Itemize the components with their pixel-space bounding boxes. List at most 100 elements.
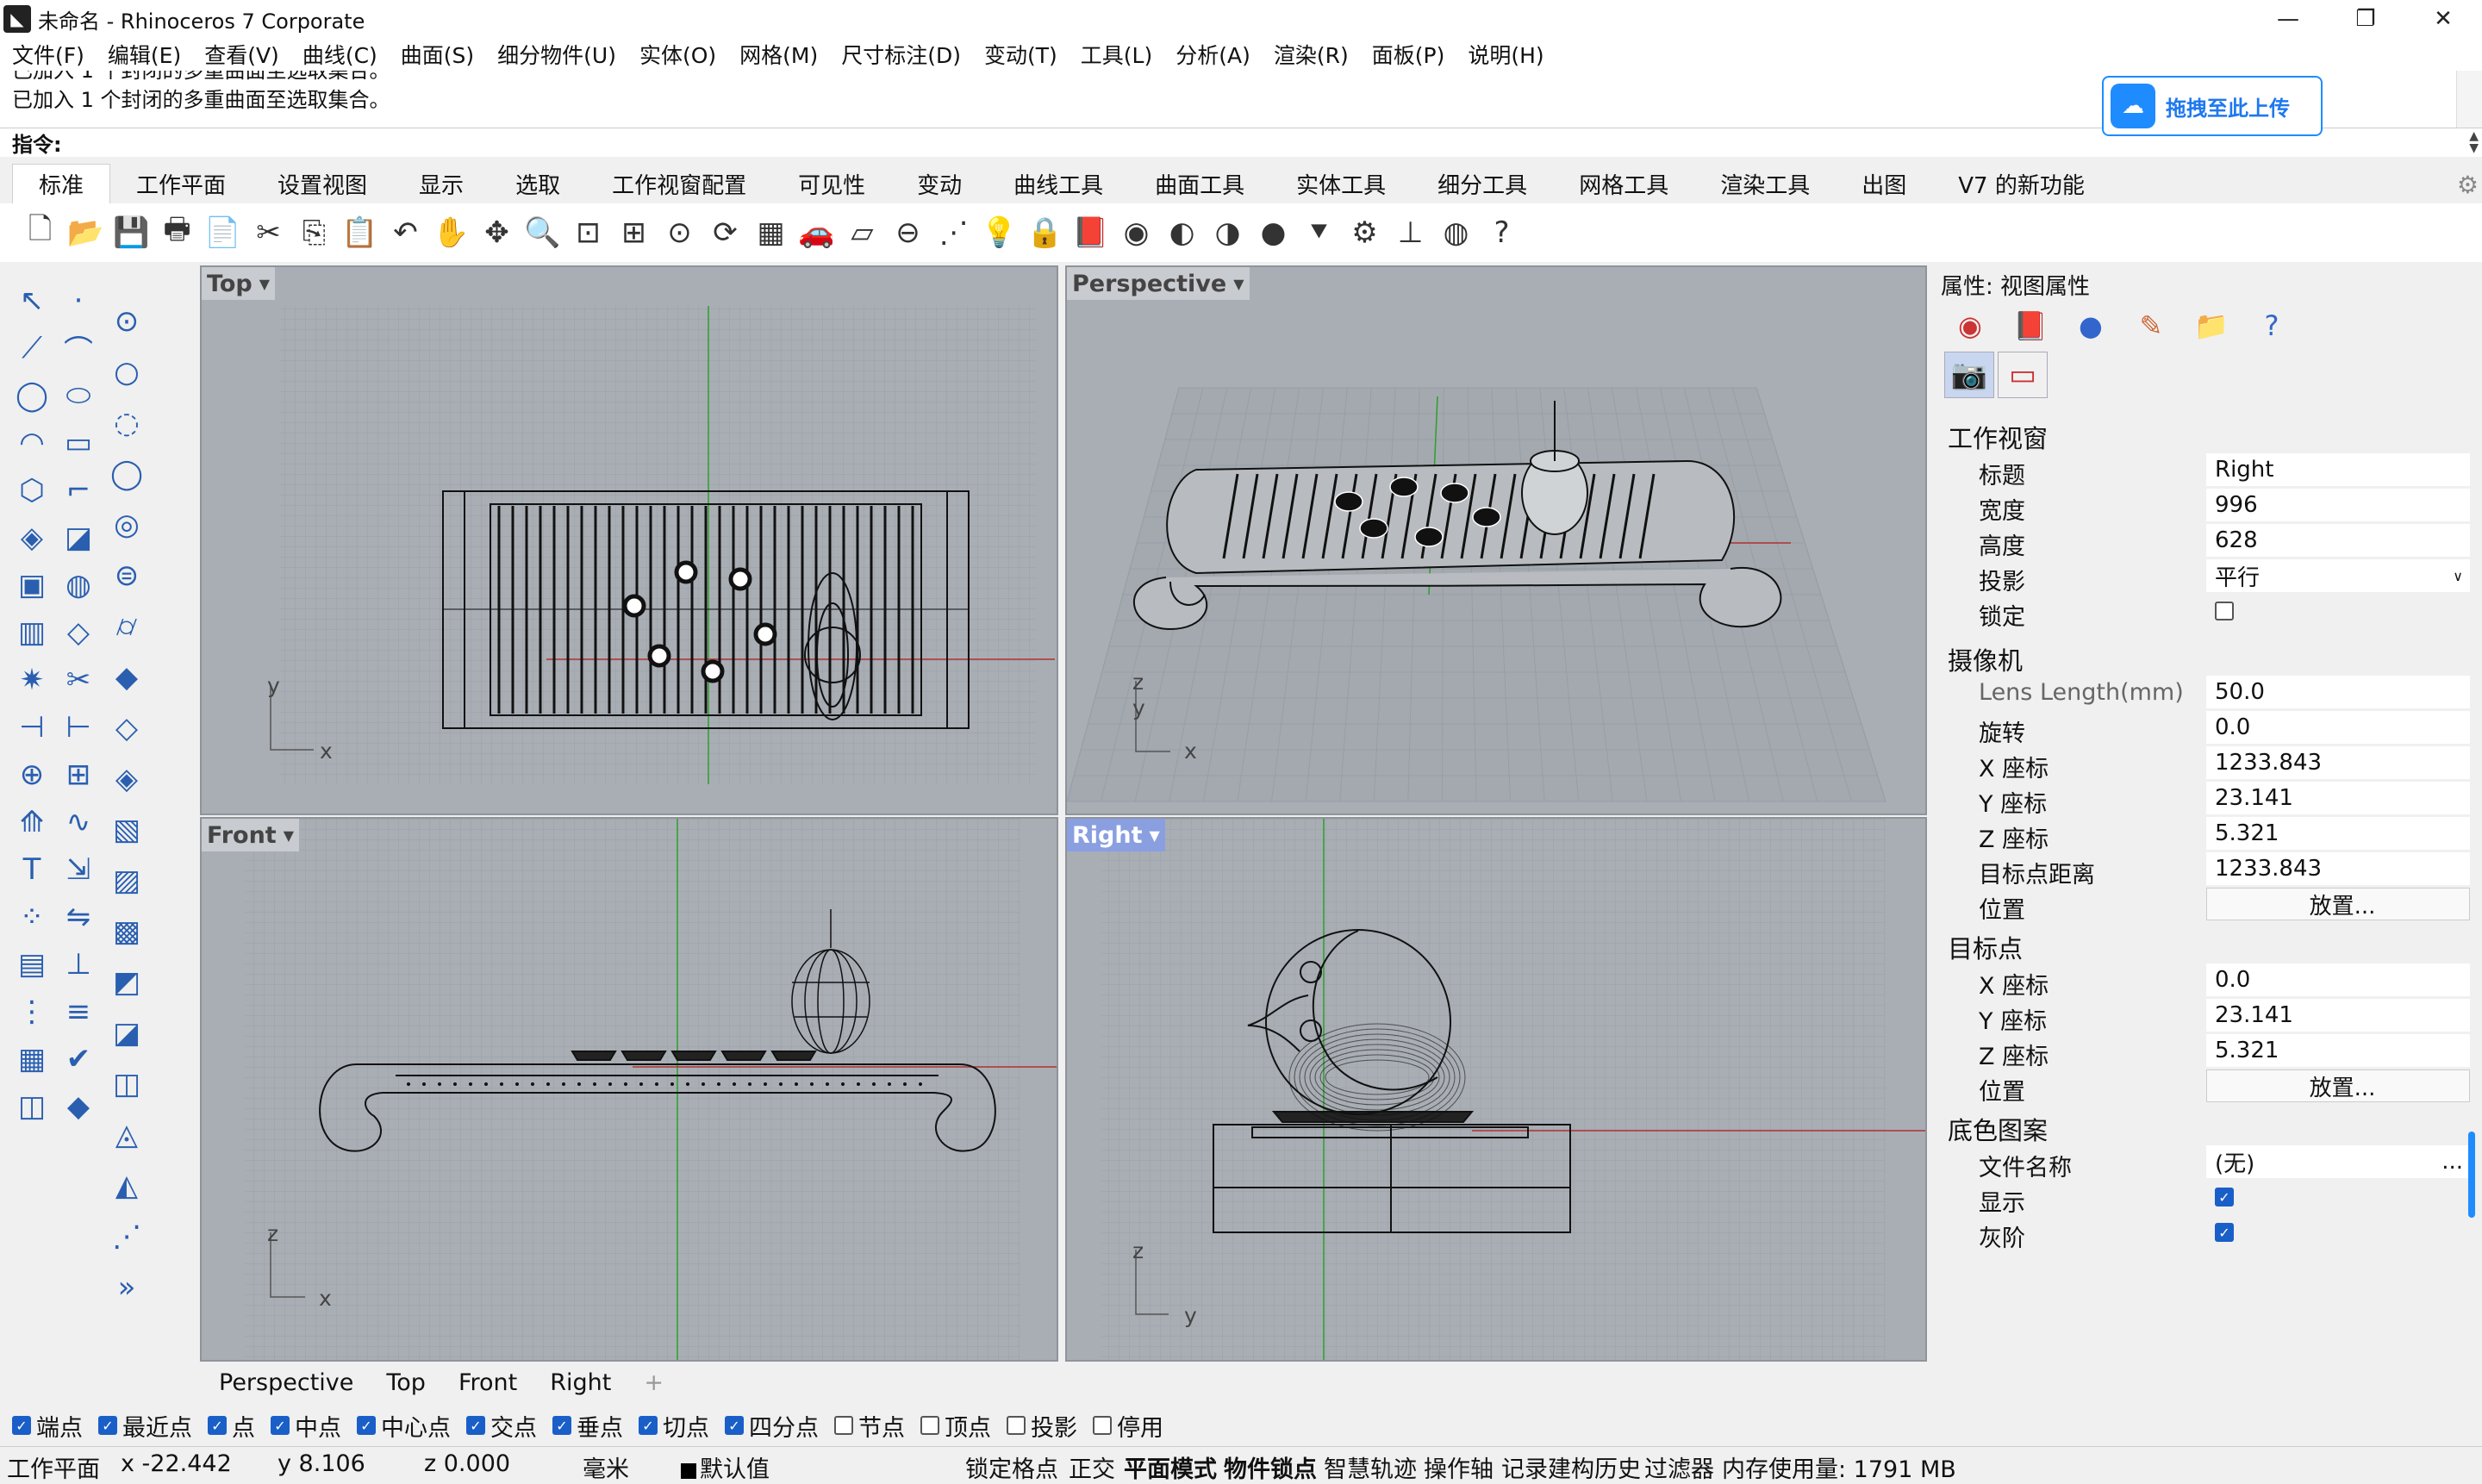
arc-icon[interactable]: ◠ — [10, 421, 53, 465]
tab-solid-tools[interactable]: 实体工具 — [1270, 164, 1412, 203]
open-icon[interactable]: 📂 — [63, 211, 109, 254]
light-icon[interactable]: 💡 — [976, 211, 1022, 254]
show-checkbox[interactable]: ✓ — [2215, 1188, 2234, 1207]
ellipse-icon[interactable]: ⬭ — [57, 374, 100, 417]
upload-button[interactable]: ☁ 拖拽至此上传 — [2102, 76, 2323, 136]
planar-toggle[interactable]: 平面模式 — [1124, 1450, 1217, 1484]
circle-fit-icon[interactable]: ◎ — [105, 503, 148, 546]
circle-icon[interactable]: ◯ — [10, 374, 53, 417]
polyline-icon[interactable]: ⟋ — [10, 327, 53, 370]
tab-subd-tools[interactable]: 细分工具 — [1412, 164, 1553, 203]
osnap-5[interactable]: ✓ 交点 — [466, 1409, 537, 1443]
menu-file[interactable]: 文件(F) — [12, 39, 84, 70]
viewport-front[interactable]: Front ▼ z x — [200, 817, 1058, 1362]
grayscale-checkbox[interactable]: ✓ — [2215, 1223, 2234, 1242]
boolean-icon[interactable]: ⊕ — [10, 753, 53, 796]
circle-tangent-icon[interactable]: ◌ — [105, 402, 148, 445]
viewport-title[interactable]: Perspective ▼ — [1067, 267, 1250, 300]
menu-transform[interactable]: 变动(T) — [984, 39, 1057, 70]
rotate-icon[interactable]: ⟳ — [702, 211, 748, 254]
prop-value[interactable]: 1233.843 — [2206, 852, 2470, 885]
status-cplane[interactable]: 工作平面 — [7, 1450, 100, 1484]
fillet-icon[interactable]: ⌐ — [57, 469, 100, 512]
menu-subd[interactable]: 细分物件(U) — [497, 39, 616, 70]
new-file-icon[interactable]: 🗋 — [17, 211, 63, 254]
layer-icon[interactable]: 📕 — [1068, 211, 1113, 254]
checkbox[interactable]: ✓ — [639, 1416, 658, 1435]
cut-icon[interactable]: ✂ — [246, 211, 291, 254]
history-toggle[interactable]: 记录建构历史 — [1501, 1450, 1641, 1484]
offset-icon[interactable]: ⟰ — [10, 801, 53, 844]
block-icon[interactable]: ▤ — [10, 943, 53, 986]
place-camera-button[interactable]: 放置... — [2206, 888, 2470, 920]
cylinder-icon[interactable]: ▥ — [10, 611, 53, 654]
panel-scrollbar[interactable] — [2468, 1132, 2475, 1218]
point-cloud-icon[interactable]: ⋰ — [105, 1215, 148, 1258]
osnap-0[interactable]: ✓ 端点 — [12, 1409, 83, 1443]
osnap-7[interactable]: ✓ 切点 — [639, 1409, 709, 1443]
group-icon[interactable]: ⊞ — [57, 753, 100, 796]
patch-icon[interactable]: ◇ — [105, 707, 148, 750]
tab-new-in-v7[interactable]: V7 的新功能 — [1932, 164, 2111, 203]
status-layer[interactable]: 默认值 — [681, 1450, 770, 1484]
plane-icon[interactable]: ◆ — [105, 656, 148, 699]
menu-tools[interactable]: 工具(L) — [1081, 39, 1152, 70]
checkbox[interactable] — [1007, 1416, 1026, 1435]
select-icon[interactable]: ↖ — [10, 279, 53, 322]
help-icon[interactable]: ? — [2246, 305, 2298, 346]
wallpaper-file-field[interactable]: (无)... — [2206, 1145, 2470, 1178]
camera-icon[interactable]: 📷 — [1944, 352, 1994, 398]
viewport-perspective[interactable]: Perspective ▼ z y x — [1065, 265, 1927, 815]
checkbox[interactable] — [920, 1416, 939, 1435]
box-icon[interactable]: ▣ — [10, 564, 53, 607]
prop-value[interactable]: 0.0 — [2206, 963, 2470, 996]
checkbox[interactable]: ✓ — [271, 1416, 290, 1435]
brush-icon[interactable]: ✎ — [2125, 305, 2177, 346]
circle-center-icon[interactable]: ⊙ — [105, 300, 148, 343]
history-scrollbar[interactable] — [2456, 71, 2482, 128]
menu-help[interactable]: 说明(H) — [1468, 39, 1543, 70]
grid-icon[interactable]: ⋮ — [10, 990, 53, 1033]
checkbox[interactable] — [1093, 1416, 1112, 1435]
viewport-title[interactable]: Front ▼ — [202, 819, 300, 851]
menu-mesh[interactable]: 网格(M) — [739, 39, 818, 70]
prop-value[interactable]: 5.321 — [2206, 817, 2470, 850]
status-units[interactable]: 毫米 — [583, 1450, 629, 1484]
folder-icon[interactable]: 📁 — [2186, 305, 2237, 346]
viewport-top[interactable]: Top ▼ y x — [200, 265, 1058, 815]
tab-select[interactable]: 选取 — [490, 164, 586, 203]
viewport-tab-front[interactable]: Front — [458, 1369, 517, 1396]
tab-display[interactable]: 显示 — [393, 164, 490, 203]
align-icon[interactable]: ≡ — [57, 990, 100, 1033]
cap-icon[interactable]: ◫ — [105, 1063, 148, 1106]
color-wheel-icon[interactable]: ◉ — [1113, 211, 1159, 254]
add-viewport-tab-button[interactable]: + — [644, 1369, 664, 1396]
prop-value[interactable]: 628 — [2206, 524, 2470, 557]
copy-icon[interactable]: ⎘ — [291, 211, 337, 254]
menu-view[interactable]: 查看(V) — [204, 39, 279, 70]
prop-value[interactable]: 23.141 — [2206, 782, 2470, 814]
check-icon[interactable]: ✔ — [57, 1038, 100, 1081]
grid-snap-toggle[interactable]: 锁定格点 — [965, 1450, 1058, 1484]
mesh-icon[interactable]: ◫ — [10, 1085, 53, 1128]
checkbox[interactable]: ✓ — [466, 1416, 485, 1435]
tab-mesh-tools[interactable]: 网格工具 — [1553, 164, 1694, 203]
zoom-selected-icon[interactable]: ⊙ — [657, 211, 702, 254]
prop-value[interactable]: 0.0 — [2206, 711, 2470, 744]
place-target-button[interactable]: 放置... — [2206, 1069, 2470, 1102]
rotate-view-icon[interactable]: ✥ — [474, 211, 520, 254]
dimension-icon[interactable]: ⊥ — [57, 943, 100, 986]
osnap-8[interactable]: ✓ 四分点 — [725, 1409, 819, 1443]
cplane-icon[interactable]: ▱ — [839, 211, 885, 254]
osnap-12[interactable]: 停用 — [1093, 1409, 1163, 1443]
trim-icon[interactable]: ⊣ — [10, 706, 53, 749]
scale-icon[interactable]: ⇲ — [57, 848, 100, 891]
layer-icon[interactable]: 📕 — [2005, 305, 2056, 346]
tab-standard[interactable]: 标准 — [12, 164, 111, 203]
maximize-button[interactable]: ❐ — [2327, 0, 2404, 38]
prop-value[interactable]: 996 — [2206, 489, 2470, 521]
surface-icon[interactable]: ◈ — [10, 516, 53, 559]
array-icon[interactable]: ⁘ — [10, 895, 53, 938]
command-history[interactable]: 已加入 1 个封闭的多重曲面至选取集合。 已加入 1 个封闭的多重曲面至选取集合… — [0, 71, 2456, 128]
prop-value[interactable]: 5.321 — [2206, 1034, 2470, 1067]
